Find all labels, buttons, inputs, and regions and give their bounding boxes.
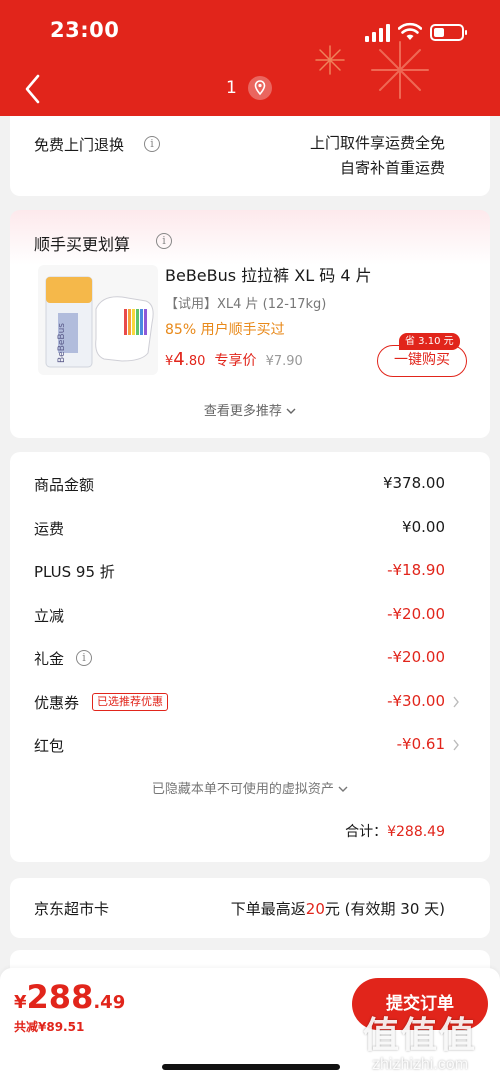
- coupon-recommend-badge: 已选推荐优惠: [92, 693, 168, 711]
- supermarket-card-row[interactable]: 京东超市卡 下单最高返20元 (有效期 30 天): [10, 878, 490, 938]
- row-value-gift-money: -¥20.00: [387, 648, 445, 666]
- return-service-label: 免费上门退换: [34, 136, 125, 154]
- return-service-line1: 上门取件享运费全免: [309, 134, 445, 152]
- save-badge: 省 3.10 元: [399, 333, 460, 350]
- product-spec: 【试用】XL4 片 (12-17kg): [165, 297, 327, 312]
- row-label-plus-discount: PLUS 95 折: [34, 563, 115, 581]
- total-saved: 共减¥89.51: [14, 1020, 85, 1034]
- addon-title: 顺手买更划算: [34, 235, 131, 254]
- header-bar: 23:00 1: [0, 0, 500, 116]
- bottom-checkout-bar: ¥288.49 共减¥89.51 提交订单 值值值 zhizhizhi.com: [0, 968, 500, 1082]
- buy-rate-text: 85% 用户顺手买过: [165, 322, 285, 338]
- watermark: 值值值 zhizhizhi.com: [362, 1014, 477, 1073]
- product-name[interactable]: BeBeBus 拉拉裤 XL 码 4 片: [165, 262, 372, 286]
- cart-count: 1: [226, 78, 237, 98]
- row-label-shipping: 运费: [34, 520, 65, 538]
- row-value-red-packet[interactable]: -¥0.61: [397, 735, 445, 753]
- chevron-right-icon[interactable]: [452, 696, 460, 708]
- back-icon[interactable]: [22, 72, 46, 106]
- chevron-down-icon: [286, 408, 296, 414]
- more-recommend-link[interactable]: 查看更多推荐: [10, 400, 490, 419]
- location-pin-icon[interactable]: [248, 76, 272, 100]
- price-tag: 专享价: [214, 353, 257, 369]
- total-label: 合计：: [345, 824, 388, 840]
- supermarket-card-label: 京东超市卡: [34, 900, 110, 918]
- chevron-right-icon[interactable]: [452, 739, 460, 751]
- addon-price: ¥4.80 专享价 ¥7.90: [165, 349, 303, 370]
- info-icon[interactable]: i: [156, 233, 172, 249]
- original-price: ¥7.90: [265, 354, 303, 369]
- fireworks-decoration: [315, 41, 429, 99]
- status-time: 23:00: [50, 18, 120, 42]
- supermarket-card-desc: 下单最高返20元 (有效期 30 天): [230, 900, 445, 918]
- price-summary-card: 商品金额 ¥378.00 运费 ¥0.00 PLUS 95 折 -¥18.90 …: [10, 452, 490, 862]
- return-service-line2: 自寄补首重运费: [339, 159, 445, 177]
- info-icon[interactable]: i: [144, 136, 160, 152]
- order-total: 合计：¥288.49: [345, 821, 445, 841]
- row-value-shipping: ¥0.00: [402, 518, 445, 536]
- row-value-instant-discount: -¥20.00: [387, 605, 445, 623]
- total-value: ¥288.49: [387, 824, 445, 840]
- row-value-goods: ¥378.00: [382, 474, 445, 492]
- info-icon[interactable]: i: [76, 650, 92, 666]
- row-label-gift-money: 礼金: [34, 650, 65, 668]
- row-value-plus-discount: -¥18.90: [387, 561, 445, 579]
- product-image[interactable]: BeBeBus: [38, 265, 158, 375]
- chevron-down-icon: [338, 786, 348, 792]
- final-price: ¥288.49: [14, 978, 126, 1016]
- row-label-coupon[interactable]: 优惠券: [34, 692, 79, 713]
- row-value-coupon[interactable]: -¥30.00: [387, 692, 445, 710]
- return-service-card: 免费上门退换 i 上门取件享运费全免 自寄补首重运费: [10, 116, 490, 196]
- row-label-red-packet[interactable]: 红包: [34, 735, 64, 756]
- home-indicator: [162, 1064, 340, 1070]
- brand-text: BeBeBus: [57, 323, 67, 363]
- row-label-instant-discount: 立减: [34, 607, 65, 625]
- addon-recommend-card: 顺手买更划算 i BeBeBus BeBeBus 拉拉裤 XL 码 4 片 【试…: [10, 210, 490, 438]
- row-label-goods: 商品金额: [34, 476, 95, 494]
- hidden-assets-toggle[interactable]: 已隐藏本单不可使用的虚拟资产: [10, 778, 490, 797]
